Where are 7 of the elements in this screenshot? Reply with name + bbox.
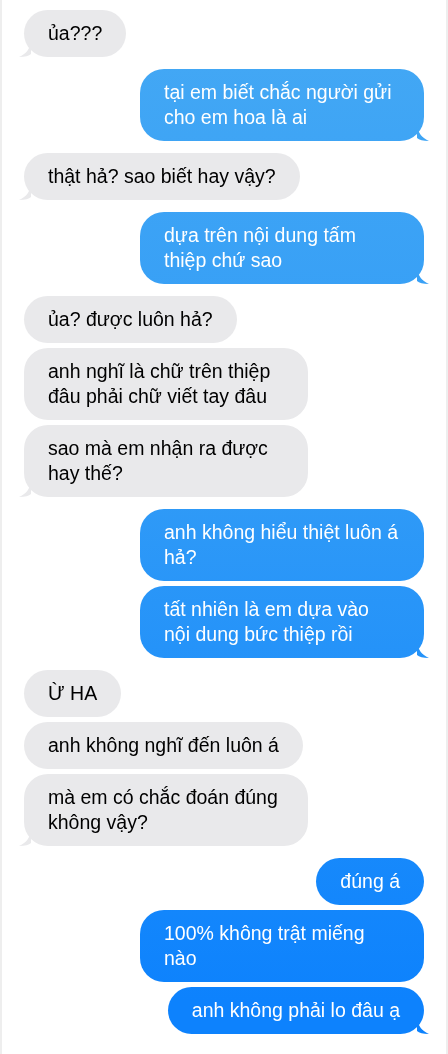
received-message-bubble: Ừ HA [24, 670, 122, 717]
received-message-bubble: anh không nghĩ đến luôn á [24, 722, 303, 769]
received-message-bubble: anh nghĩ là chữ trên thiệp đâu phải chữ viết tay đâu [24, 348, 308, 420]
sent-message-bubble: anh không hiểu thiệt luôn á hả? [140, 509, 424, 581]
received-message-bubble: ủa? được luôn hả? [24, 296, 237, 343]
sent-message-bubble: đúng á [316, 858, 424, 905]
sent-message-bubble: 100% không trật miếng nào [140, 910, 424, 982]
